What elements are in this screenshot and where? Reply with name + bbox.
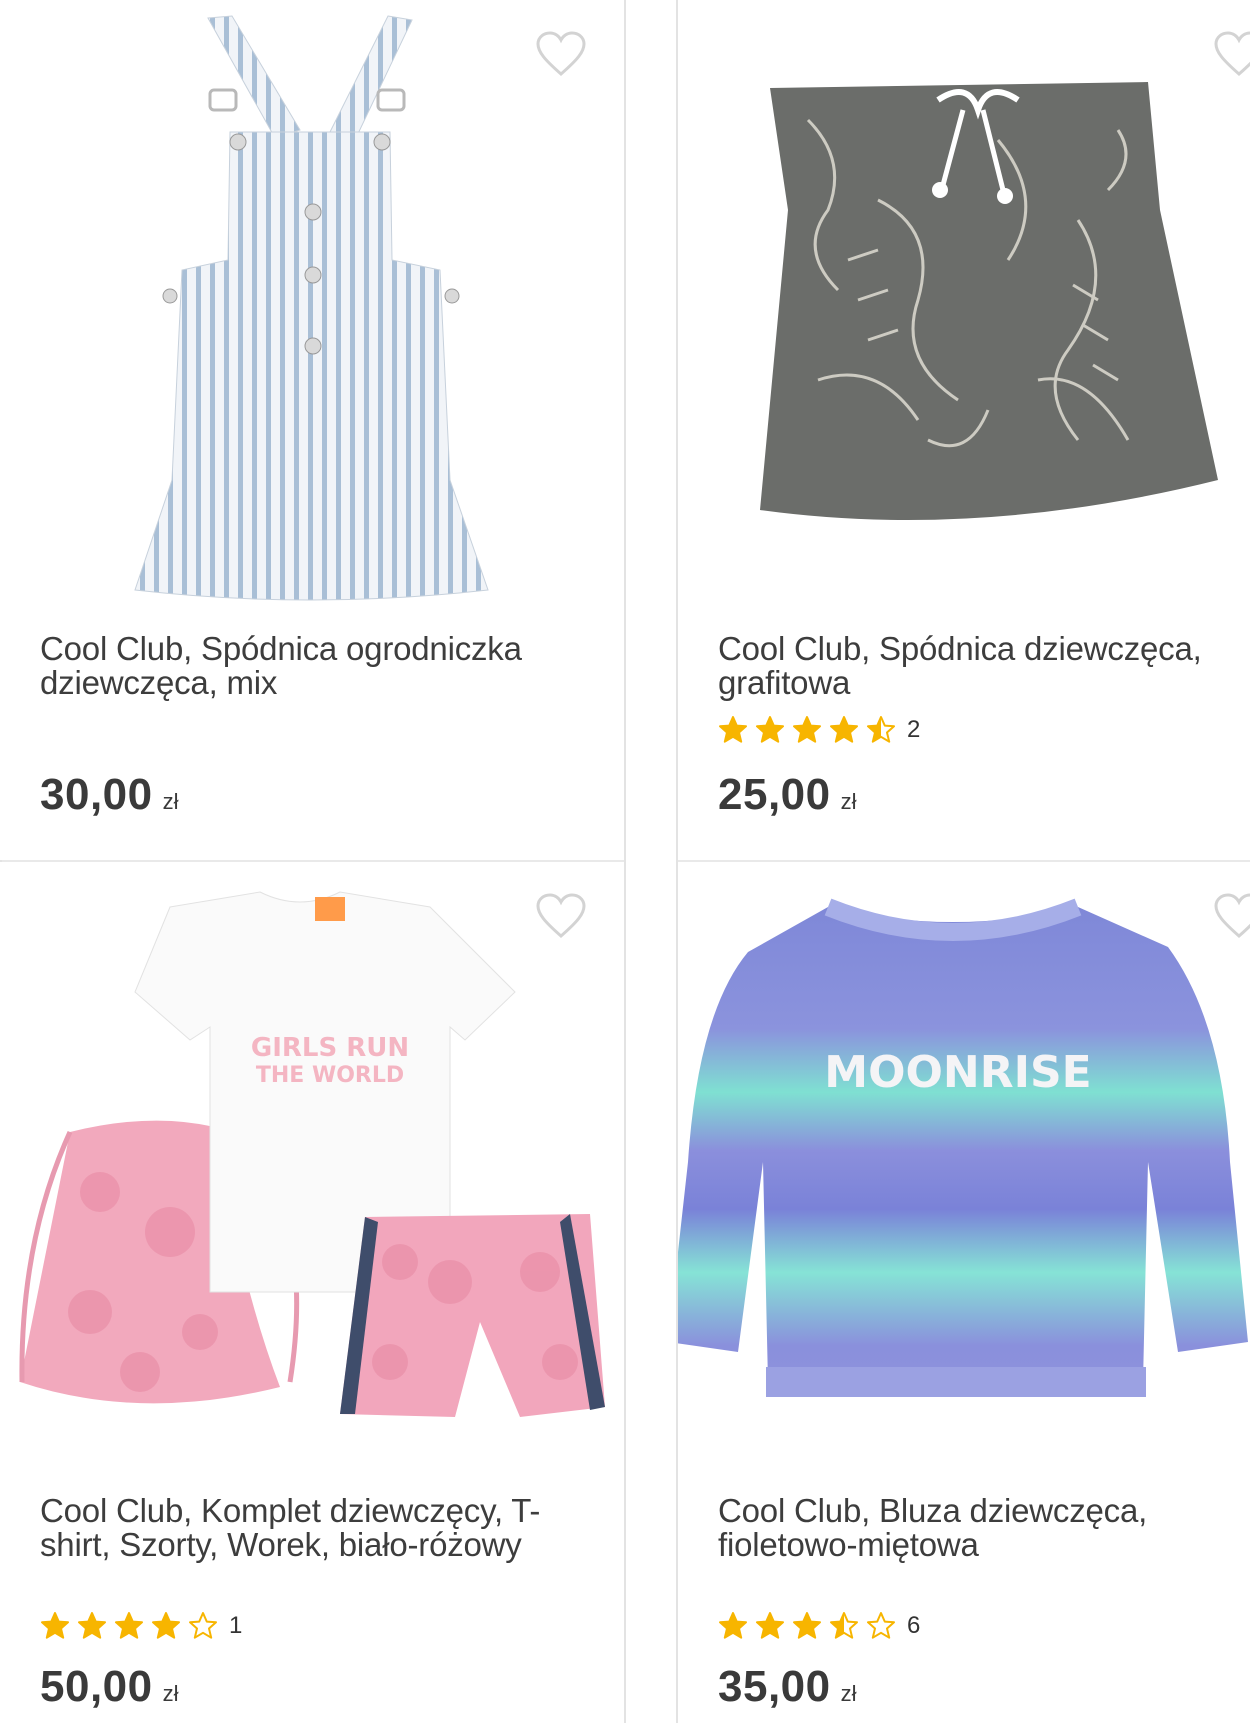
wishlist-heart-icon[interactable] [535, 892, 587, 940]
star-empty-icon [189, 1612, 217, 1639]
product-card[interactable]: GIRLS RUN THE WORLD Cool Club, Komplet d… [0, 862, 624, 1723]
star-half-icon [830, 1612, 858, 1639]
wishlist-heart-icon[interactable] [535, 30, 587, 78]
star-full-icon [830, 716, 858, 743]
product-rating: 2 [718, 712, 920, 748]
column-border-left [624, 0, 626, 1723]
product-card[interactable]: Cool Club, Spódnica ogrodniczka dziewczę… [0, 0, 624, 860]
product-image-moonrise-sweatshirt[interactable]: MOONRISE [678, 862, 1250, 1472]
product-image-girls-set[interactable]: GIRLS RUN THE WORLD [0, 862, 624, 1472]
product-image-overall-dress[interactable] [0, 0, 624, 610]
star-full-icon [719, 716, 747, 743]
column-gap [624, 0, 678, 1723]
star-full-icon [41, 1612, 69, 1639]
rating-count: 2 [907, 716, 921, 743]
product-grid: Cool Club, Spódnica ogrodniczka dziewczę… [0, 0, 1250, 1723]
product-card[interactable]: MOONRISE Cool Club, Bluza dziewczęca, fi… [678, 862, 1250, 1723]
product-image-floral-skirt[interactable] [678, 0, 1250, 610]
product-rating: 1 [40, 1608, 242, 1644]
product-title[interactable]: Cool Club, Bluza dziewczęca, fioletowo-m… [718, 1494, 1238, 1562]
tshirt-print-line1: GIRLS RUN [251, 1033, 409, 1063]
product-price: 35,00 zł [718, 1662, 857, 1712]
product-title[interactable]: Cool Club, Spódnica dziewczęca, grafitow… [718, 632, 1238, 700]
price-value: 50,00 [40, 1662, 153, 1711]
price-value: 30,00 [40, 770, 153, 819]
product-price: 30,00 zł [40, 770, 179, 820]
price-value: 35,00 [718, 1662, 831, 1711]
rating-count: 1 [229, 1612, 243, 1639]
star-full-icon [756, 1612, 784, 1639]
star-full-icon [756, 716, 784, 743]
price-currency: zł [840, 789, 857, 814]
product-price: 50,00 zł [40, 1662, 179, 1712]
price-currency: zł [162, 789, 179, 814]
star-full-icon [152, 1612, 180, 1639]
star-full-icon [793, 1612, 821, 1639]
rating-count: 6 [907, 1612, 921, 1639]
star-full-icon [793, 716, 821, 743]
price-currency: zł [840, 1681, 857, 1706]
price-currency: zł [162, 1681, 179, 1706]
product-card[interactable]: Cool Club, Spódnica dziewczęca, grafitow… [678, 0, 1250, 860]
star-full-icon [719, 1612, 747, 1639]
wishlist-heart-icon[interactable] [1213, 892, 1250, 940]
price-value: 25,00 [718, 770, 831, 819]
product-rating: 6 [718, 1608, 920, 1644]
star-empty-icon [867, 1612, 895, 1639]
sweatshirt-print: MOONRISE [824, 1047, 1091, 1098]
product-title[interactable]: Cool Club, Komplet dziewczęcy, T-shirt, … [40, 1494, 580, 1562]
wishlist-heart-icon[interactable] [1213, 30, 1250, 78]
product-price: 25,00 zł [718, 770, 857, 820]
tshirt-print-line2: THE WORLD [256, 1063, 404, 1088]
product-title[interactable]: Cool Club, Spódnica ogrodniczka dziewczę… [40, 632, 580, 700]
star-half-icon [867, 716, 895, 743]
star-full-icon [115, 1612, 143, 1639]
star-full-icon [78, 1612, 106, 1639]
